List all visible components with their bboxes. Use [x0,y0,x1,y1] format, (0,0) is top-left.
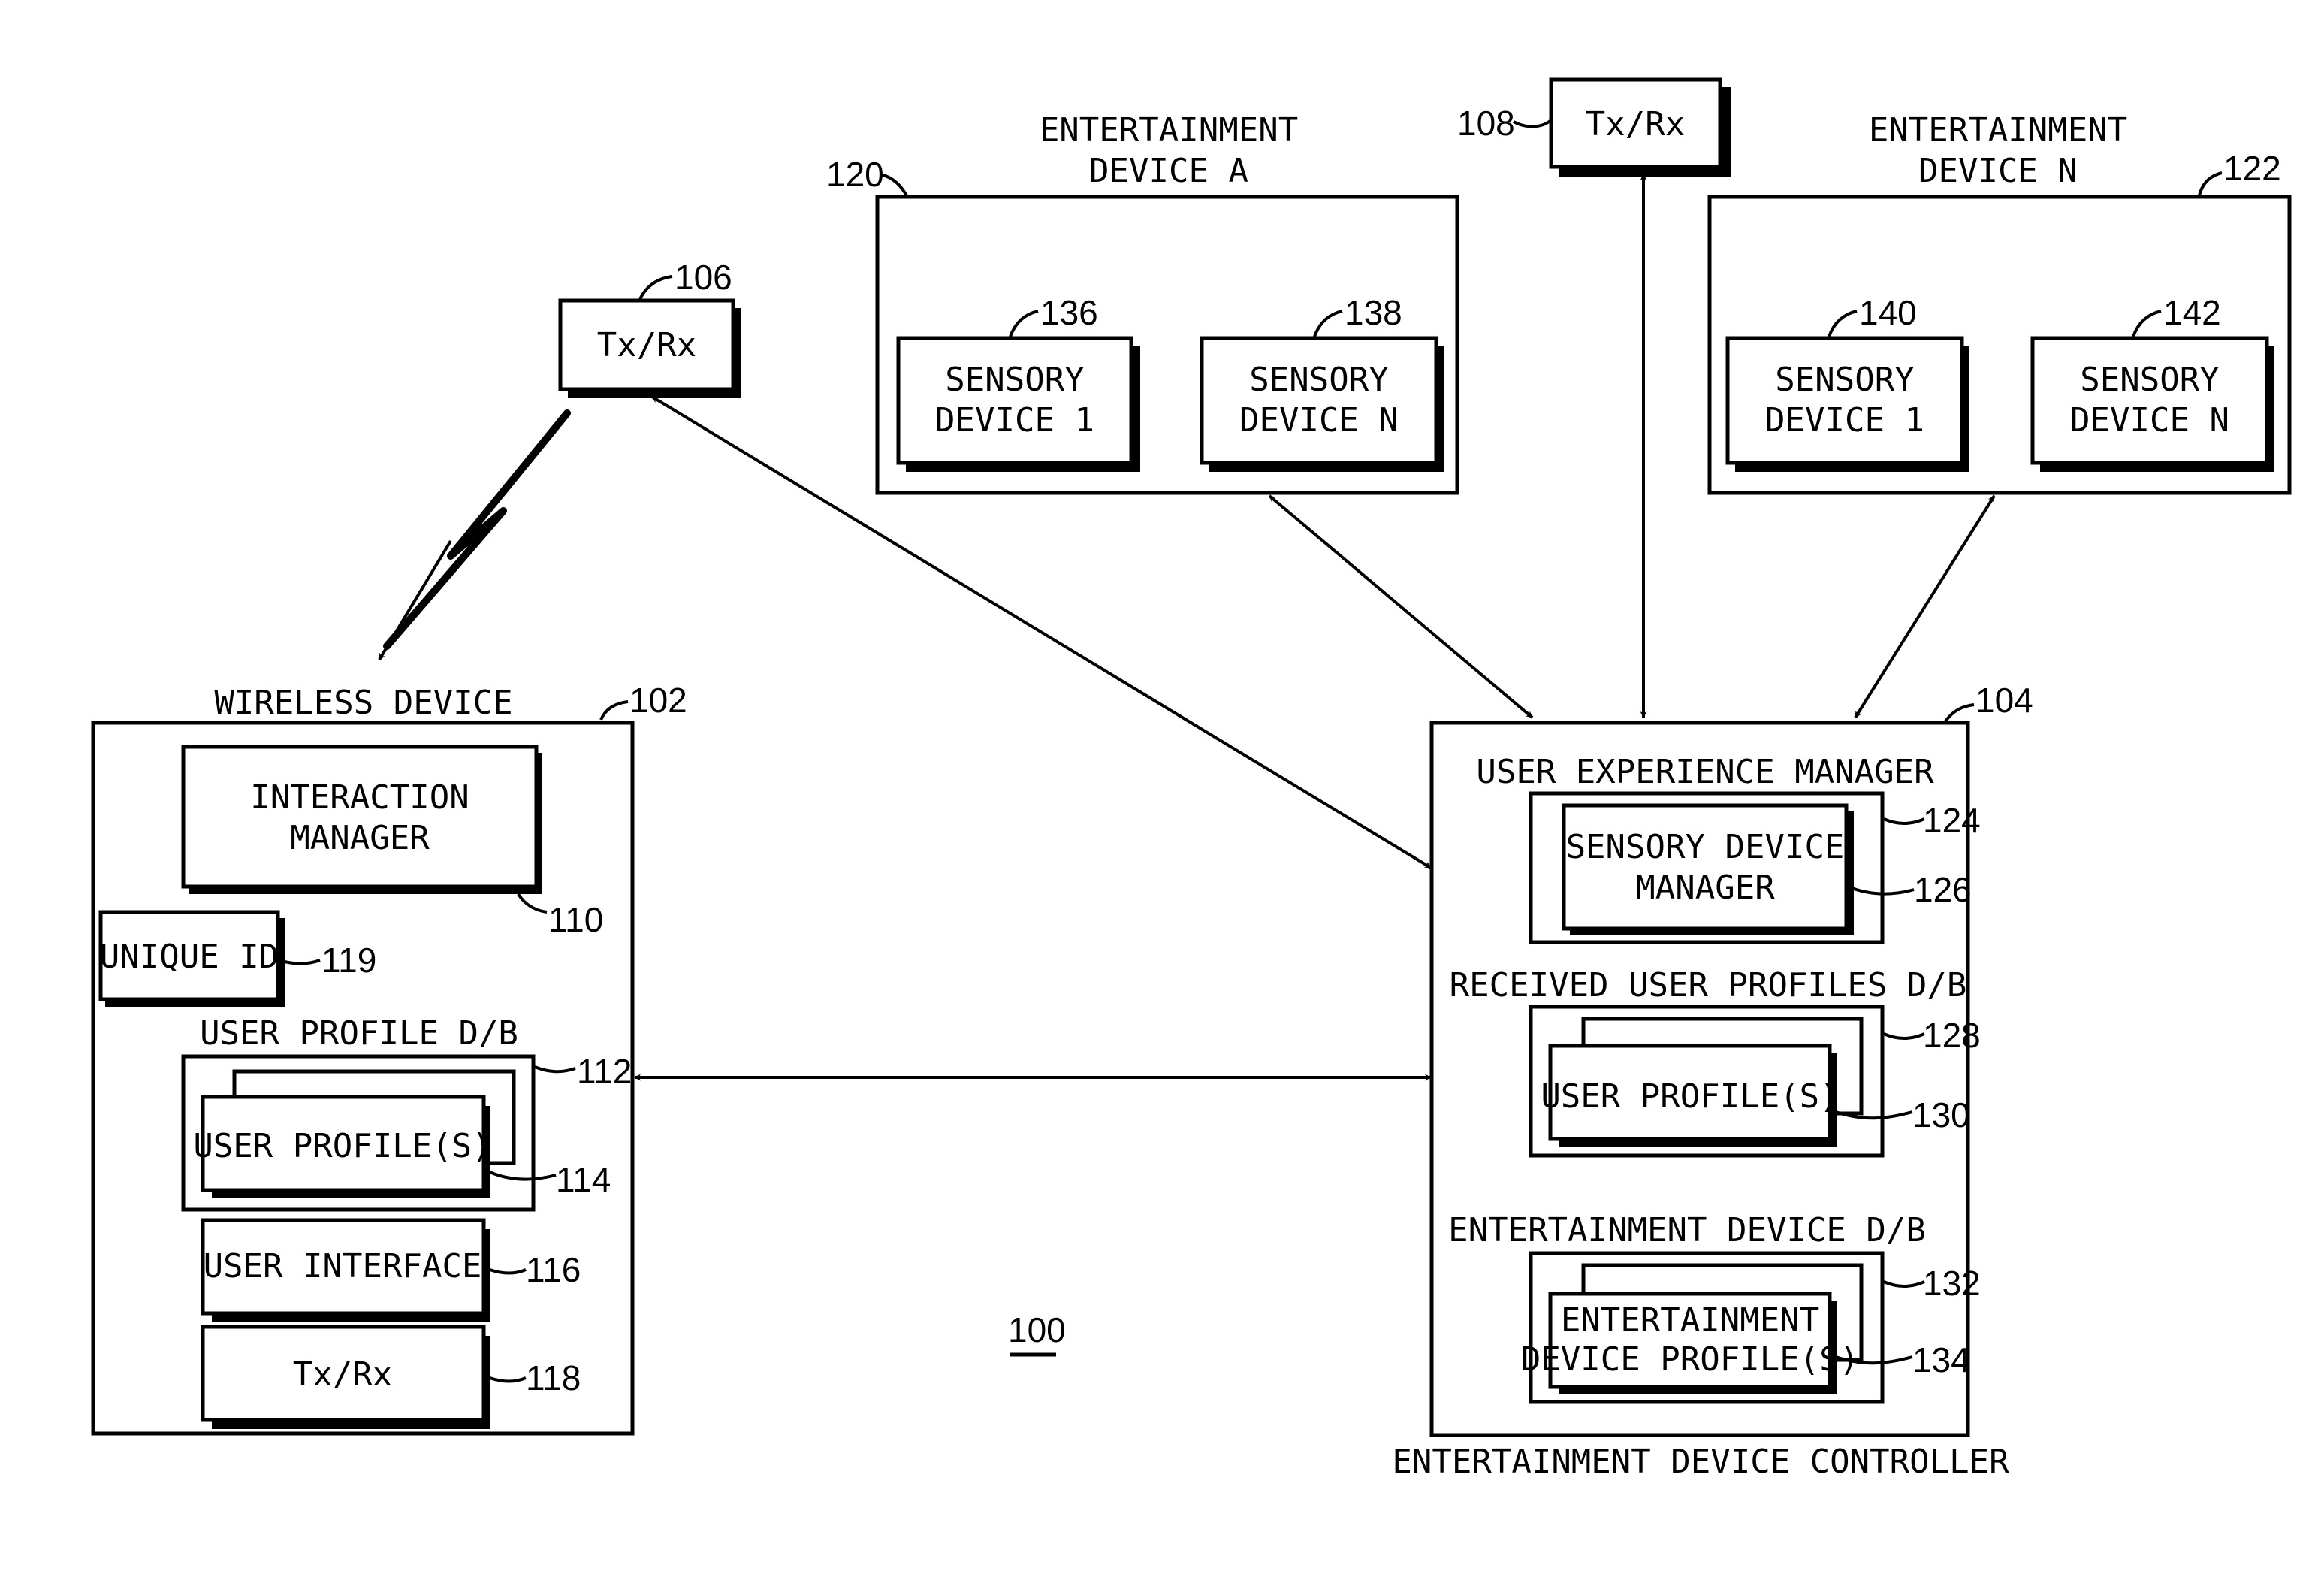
entertainment-device-n-title-1: ENTERTAINMENT [1869,111,2127,150]
ref-108: 108 [1457,104,1515,143]
interaction-manager-line1: INTERACTION [250,778,469,817]
wireless-device-title: WIRELESS DEVICE [214,684,512,722]
wireless-device[interactable]: WIRELESS DEVICE 102 INTERACTION MANAGER … [91,681,687,1436]
ref-134: 134 [1912,1340,1970,1379]
txrx-106[interactable]: Tx/Rx 106 [558,258,741,398]
entertainment-device-a-title-1: ENTERTAINMENT [1040,111,1298,150]
sensory-device-142-line1: SENSORY [2080,361,2219,399]
ref-142: 142 [2163,293,2221,332]
ref-104: 104 [1975,681,2033,720]
controller-title: ENTERTAINMENT DEVICE CONTROLLER [1392,1443,2009,1481]
ref-118: 118 [526,1358,581,1397]
user-profiles-114-label: USER PROFILE(S) [193,1127,491,1165]
sensory-device-136-line1: SENSORY [945,361,1084,399]
ref-110: 110 [548,900,603,939]
ref-122: 122 [2223,149,2281,188]
entertainment-device-n-title-2: DEVICE N [1918,152,2078,190]
ref-100: 100 [1008,1310,1066,1349]
system-diagram: Tx/Rx 106 Tx/Rx 108 ENTERTAINMENT DEVICE… [91,77,2292,1481]
ref-136: 136 [1040,293,1098,332]
ref-120: 120 [826,155,884,194]
sensory-device-140-line2: DEVICE 1 [1765,401,1924,440]
ref-132: 132 [1923,1264,1981,1303]
entertainment-device-profiles-line1: ENTERTAINMENT [1561,1301,1819,1340]
ref-102: 102 [629,681,687,720]
ref-128: 128 [1923,1016,1981,1055]
wireless-link-lightning [383,409,571,650]
wireless-link-arrow [378,539,452,661]
sensory-device-138-line2: DEVICE N [1239,401,1399,440]
sensory-device-manager-line1: SENSORY DEVICE [1566,828,1845,866]
entertainment-device-db-title: ENTERTAINMENT DEVICE D/B [1448,1211,1926,1249]
ref-116: 116 [526,1250,581,1289]
user-experience-manager-title: USER EXPERIENCE MANAGER [1476,753,1934,791]
figure-reference: 100 [1008,1310,1066,1357]
entertainment-device-profiles-line2: DEVICE PROFILE(S) [1521,1340,1859,1379]
txrx-108[interactable]: Tx/Rx 108 [1457,77,1731,177]
sensory-device-manager-line2: MANAGER [1635,869,1775,907]
user-profile-db-title: USER PROFILE D/B [200,1014,518,1053]
ref-106: 106 [675,258,732,297]
link-deviceA-controller [1268,494,1534,719]
entertainment-device-a[interactable]: ENTERTAINMENT DEVICE A 120 SENSORY DEVIC… [826,111,1459,495]
ref-114: 114 [556,1160,611,1199]
txrx-106-label: Tx/Rx [597,326,696,364]
entertainment-device-a-title-2: DEVICE A [1089,152,1248,190]
ref-140: 140 [1859,293,1917,332]
sensory-device-140-line1: SENSORY [1775,361,1914,399]
sensory-device-138-line1: SENSORY [1249,361,1388,399]
ref-138: 138 [1345,293,1402,332]
link-deviceN-controller [1854,494,1996,719]
ref-126: 126 [1914,870,1972,909]
sensory-device-142-line2: DEVICE N [2070,401,2229,440]
txrx-108-label: Tx/Rx [1586,105,1685,144]
sensory-device-136-line2: DEVICE 1 [935,401,1094,440]
ref-112: 112 [577,1052,632,1091]
ref-124: 124 [1923,801,1981,840]
ref-130: 130 [1912,1095,1970,1134]
txrx-118-label: Tx/Rx [293,1355,392,1394]
unique-id-label: UNIQUE ID [100,938,279,976]
ref-119: 119 [321,941,376,980]
user-profiles-130-label: USER PROFILE(S) [1541,1077,1839,1116]
interaction-manager-line2: MANAGER [290,819,430,857]
user-interface-label: USER INTERFACE [204,1247,482,1285]
received-user-profiles-db-title: RECEIVED USER PROFILES D/B [1450,966,1967,1005]
entertainment-device-controller[interactable]: 104 ENTERTAINMENT DEVICE CONTROLLER USER… [1392,681,2033,1481]
entertainment-device-n[interactable]: ENTERTAINMENT DEVICE N 122 SENSORY DEVIC… [1707,111,2292,495]
